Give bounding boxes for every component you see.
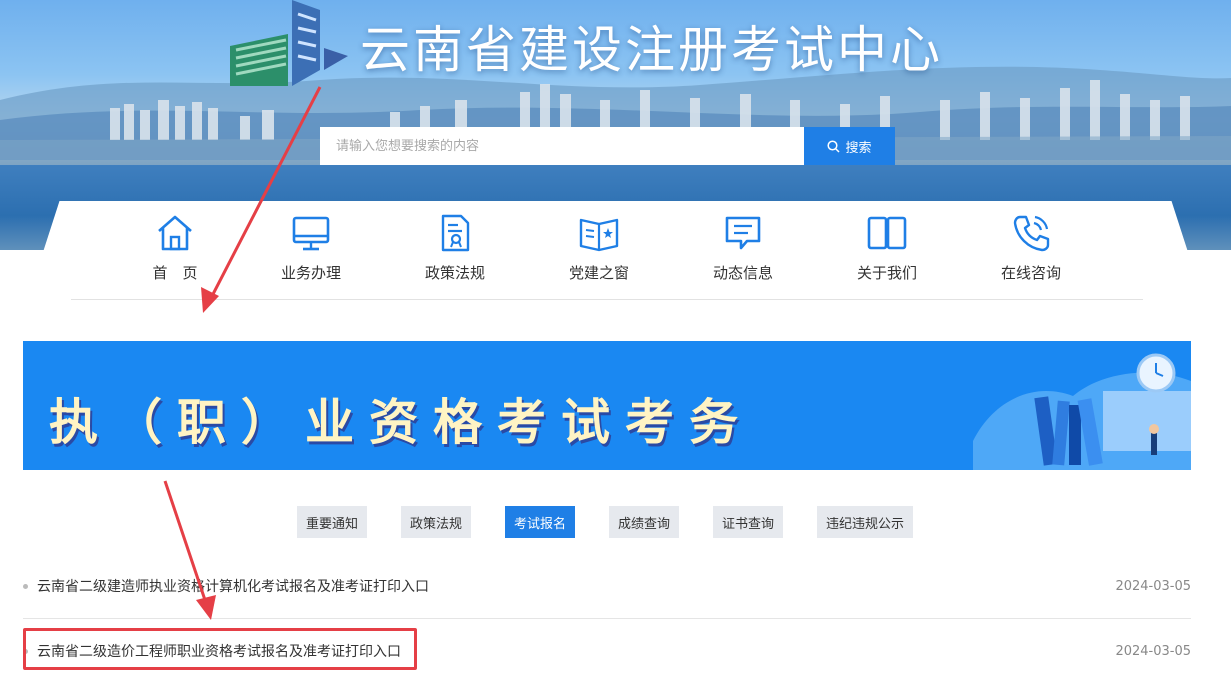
bullet-dot [23, 583, 28, 589]
message-icon [725, 216, 761, 250]
article-title[interactable]: 云南省二级建造师执业资格计算机化考试报名及准考证打印入口 [37, 576, 429, 596]
tab-violations[interactable]: 违纪违规公示 [817, 506, 914, 538]
document-icon [441, 214, 470, 252]
nav-item-label: 在线咨询 [1000, 264, 1061, 282]
search-icon [827, 139, 841, 153]
monitor-icon [292, 216, 330, 251]
search-button-label: 搜索 [845, 140, 872, 156]
highlight-box [23, 628, 417, 670]
nav-item-consult[interactable]: 在线咨询 [976, 212, 1086, 283]
nav-item-party[interactable]: 党建之窗 [544, 212, 654, 283]
nav-item-label: 政策法规 [424, 264, 485, 282]
nav-item-label: 动态信息 [712, 264, 773, 282]
article-date: 2024-03-05 [1115, 643, 1191, 659]
article-date: 2024-03-05 [1115, 578, 1191, 594]
home-icon [158, 215, 192, 251]
tab-notices[interactable]: 重要通知 [297, 506, 368, 538]
nav-item-label: 关于我们 [856, 264, 917, 282]
tab-certificates[interactable]: 证书查询 [713, 506, 784, 538]
nav-divider [71, 299, 1143, 300]
list-item[interactable]: 云南省二级建造师执业资格计算机化考试报名及准考证打印入口 2024-03-05 [23, 574, 1191, 598]
nav-item-label: 业务办理 [280, 264, 341, 282]
books-clock-illustration [973, 353, 1191, 470]
nav-item-policy[interactable]: 政策法规 [400, 212, 510, 283]
tab-policy[interactable]: 政策法规 [401, 506, 472, 538]
search-bar: 搜索 [320, 127, 895, 165]
phone-icon [1013, 215, 1050, 252]
arrow-head [196, 595, 216, 620]
nav-item-news[interactable]: 动态信息 [688, 212, 798, 283]
exam-banner: 执（职）业资格考试考务 [23, 341, 1191, 470]
site-title: 云南省建设注册考试中心 [360, 21, 943, 79]
nav-item-label: 党建之窗 [568, 264, 629, 282]
banner-title: 执（职）业资格考试考务 [49, 394, 754, 451]
search-button[interactable]: 搜索 [804, 127, 895, 165]
page: 云南省建设注册考试中心 搜索 首 页 业务办理 政策法规 党建之窗 动态信息 关… [0, 0, 1231, 678]
book-icon [867, 216, 907, 250]
open-book-icon [579, 218, 619, 252]
nav-item-label: 首 页 [152, 264, 198, 282]
logo-icon [230, 0, 348, 86]
tab-registration[interactable]: 考试报名 [505, 506, 576, 538]
nav-item-about[interactable]: 关于我们 [832, 212, 942, 283]
nav-item-business[interactable]: 业务办理 [256, 212, 366, 283]
list-divider [23, 618, 1191, 619]
nav-item-home[interactable]: 首 页 [120, 212, 230, 283]
search-input[interactable] [320, 127, 804, 165]
tab-scores[interactable]: 成绩查询 [609, 506, 680, 538]
